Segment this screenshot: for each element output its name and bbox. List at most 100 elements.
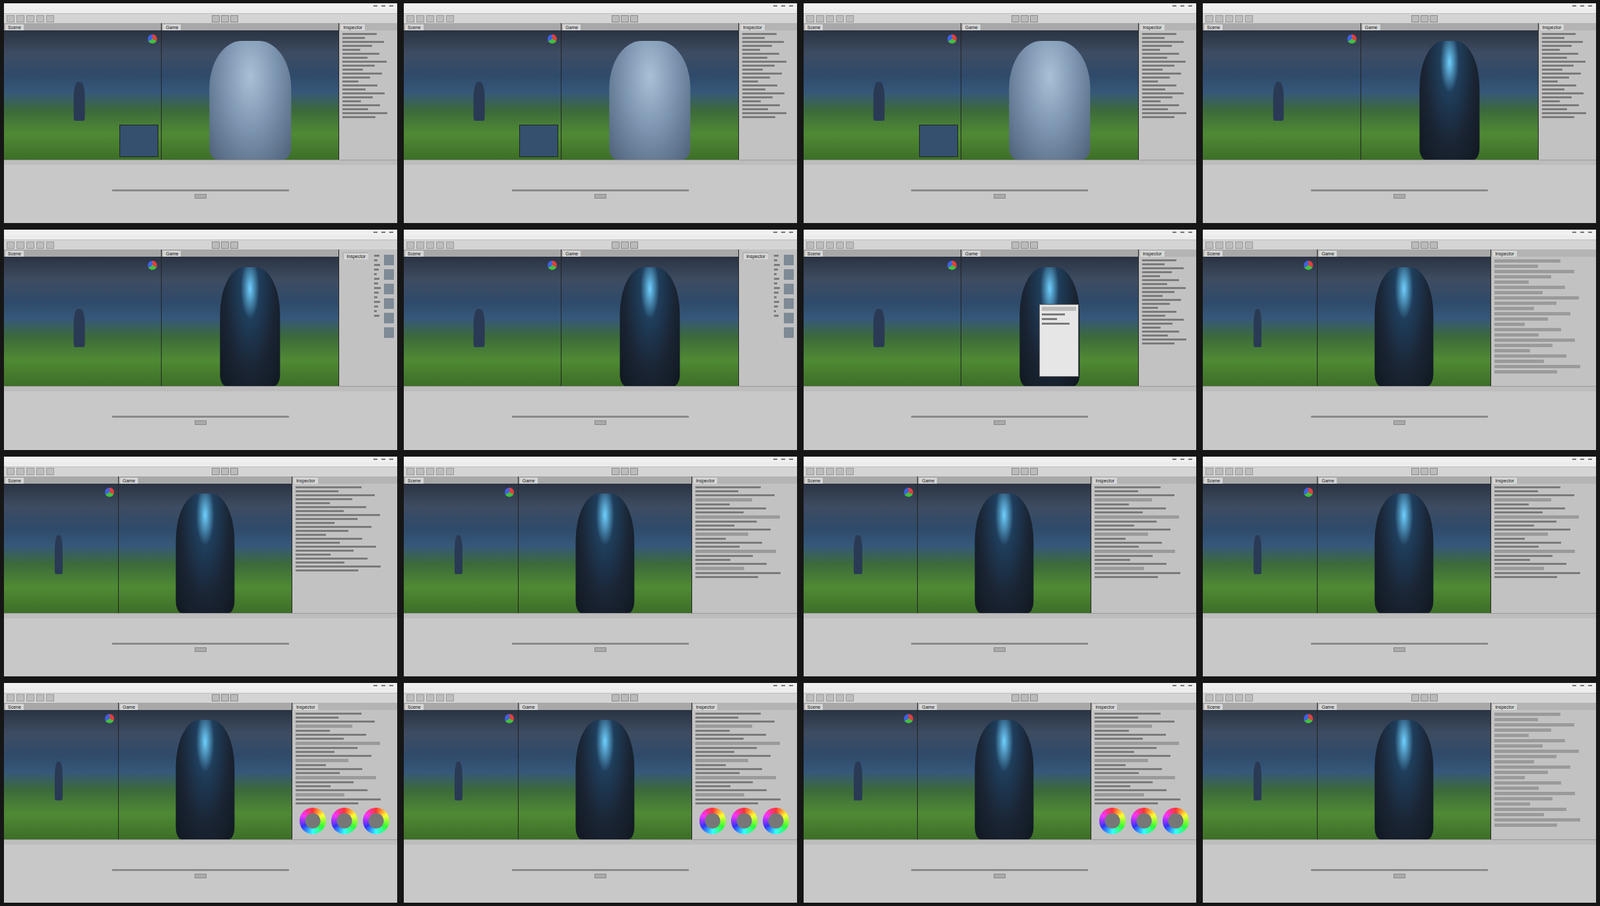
property-row[interactable] bbox=[742, 48, 761, 51]
game-view[interactable]: Game bbox=[161, 249, 340, 386]
tool-button[interactable] bbox=[426, 694, 435, 702]
property-row[interactable] bbox=[1094, 558, 1131, 561]
color-wheel[interactable] bbox=[362, 807, 390, 834]
property-row[interactable] bbox=[1094, 729, 1129, 732]
property-row[interactable] bbox=[295, 750, 336, 753]
tab[interactable]: Game bbox=[1318, 477, 1337, 484]
property-row[interactable] bbox=[1142, 96, 1173, 99]
scene-view[interactable]: Scene bbox=[803, 476, 919, 613]
property-row[interactable] bbox=[295, 521, 336, 524]
property-row[interactable] bbox=[1494, 269, 1575, 274]
property-row[interactable] bbox=[295, 525, 372, 528]
tab[interactable]: Scene bbox=[405, 250, 424, 257]
property-row[interactable] bbox=[295, 545, 377, 548]
asset-thumb[interactable] bbox=[384, 283, 394, 295]
property-row[interactable] bbox=[1494, 712, 1561, 716]
tool-button[interactable] bbox=[446, 467, 454, 476]
property-row[interactable] bbox=[1142, 283, 1168, 286]
property-row[interactable] bbox=[1142, 314, 1166, 317]
property-row[interactable] bbox=[742, 112, 787, 115]
tool-button[interactable] bbox=[1205, 694, 1214, 702]
tool-button[interactable] bbox=[436, 694, 445, 702]
console-button[interactable] bbox=[993, 647, 1006, 652]
property-row[interactable] bbox=[295, 513, 381, 516]
property-row[interactable] bbox=[342, 100, 361, 103]
property-row[interactable] bbox=[342, 64, 375, 67]
tool-button[interactable] bbox=[436, 15, 445, 23]
property-row[interactable] bbox=[295, 561, 345, 564]
property-row[interactable] bbox=[295, 798, 382, 801]
property-row[interactable] bbox=[742, 92, 784, 95]
tool-button[interactable] bbox=[446, 694, 454, 702]
tool-button[interactable] bbox=[826, 15, 834, 23]
axis-gizmo-icon[interactable] bbox=[947, 260, 957, 270]
property-row[interactable] bbox=[295, 768, 363, 770]
tool-button[interactable] bbox=[1205, 15, 1214, 23]
property-row[interactable] bbox=[1094, 490, 1138, 493]
tab[interactable]: Game bbox=[1318, 704, 1337, 710]
game-view[interactable]: Game bbox=[561, 249, 739, 386]
game-view[interactable]: Game bbox=[1317, 476, 1492, 613]
tab[interactable]: Inspector bbox=[1140, 250, 1165, 257]
tool-button[interactable] bbox=[1215, 467, 1224, 476]
property-row[interactable] bbox=[1494, 797, 1553, 801]
property-row[interactable] bbox=[1094, 785, 1131, 788]
tab[interactable]: Scene bbox=[1204, 477, 1223, 484]
property-row[interactable] bbox=[1494, 537, 1525, 540]
tab[interactable]: Inspector bbox=[1492, 250, 1517, 257]
property-row[interactable] bbox=[1494, 812, 1544, 817]
property-row[interactable] bbox=[1494, 791, 1575, 796]
color-wheel[interactable] bbox=[762, 807, 790, 834]
tool-button[interactable] bbox=[6, 241, 15, 249]
property-row[interactable] bbox=[295, 771, 340, 774]
property-row[interactable] bbox=[1494, 280, 1529, 284]
property-row[interactable] bbox=[295, 758, 349, 763]
scene-view[interactable]: Scene bbox=[3, 249, 162, 386]
property-row[interactable] bbox=[295, 746, 358, 749]
scene-view[interactable]: Scene bbox=[3, 702, 119, 840]
property-row[interactable] bbox=[1094, 545, 1139, 548]
property-row[interactable] bbox=[1494, 520, 1557, 523]
axis-gizmo-icon[interactable] bbox=[147, 34, 158, 44]
property-row[interactable] bbox=[742, 32, 777, 35]
property-row[interactable] bbox=[1494, 322, 1525, 326]
property-row[interactable] bbox=[295, 737, 344, 740]
play-controls[interactable] bbox=[1411, 467, 1438, 476]
property-row[interactable] bbox=[1494, 494, 1575, 497]
axis-gizmo-icon[interactable] bbox=[1303, 713, 1313, 724]
console-button[interactable] bbox=[194, 420, 207, 425]
tab[interactable]: Inspector bbox=[693, 704, 718, 710]
tool-button[interactable] bbox=[1225, 15, 1234, 23]
property-row[interactable] bbox=[1494, 786, 1539, 790]
property-row[interactable] bbox=[1541, 56, 1568, 59]
property-row[interactable] bbox=[1494, 765, 1571, 769]
property-row[interactable] bbox=[695, 729, 730, 732]
property-row[interactable] bbox=[1142, 342, 1176, 345]
scene-view[interactable]: Scene bbox=[3, 476, 119, 613]
property-row[interactable] bbox=[695, 549, 776, 553]
property-row[interactable] bbox=[1142, 334, 1168, 337]
scene-view[interactable]: Scene bbox=[3, 23, 162, 160]
property-row[interactable] bbox=[1494, 802, 1531, 806]
property-row[interactable] bbox=[695, 572, 782, 575]
property-row[interactable] bbox=[1494, 572, 1581, 575]
property-row[interactable] bbox=[1494, 264, 1538, 268]
property-row[interactable] bbox=[695, 503, 730, 506]
tab[interactable]: Scene bbox=[5, 250, 24, 257]
tool-button[interactable] bbox=[835, 467, 844, 476]
tool-button[interactable] bbox=[16, 241, 25, 249]
property-row[interactable] bbox=[1494, 818, 1581, 822]
property-row[interactable] bbox=[695, 532, 749, 536]
property-row[interactable] bbox=[1094, 768, 1162, 770]
axis-gizmo-icon[interactable] bbox=[947, 34, 957, 44]
property-row[interactable] bbox=[695, 712, 762, 715]
tool-button[interactable] bbox=[816, 241, 825, 249]
tab[interactable]: Game bbox=[519, 477, 538, 484]
tool-button[interactable] bbox=[1235, 467, 1244, 476]
property-row[interactable] bbox=[1494, 306, 1535, 311]
tab[interactable]: Scene bbox=[1204, 24, 1223, 31]
tool-button[interactable] bbox=[406, 694, 415, 702]
property-row[interactable] bbox=[1094, 524, 1135, 527]
asset-thumb[interactable] bbox=[783, 312, 794, 324]
property-row[interactable] bbox=[295, 529, 349, 532]
